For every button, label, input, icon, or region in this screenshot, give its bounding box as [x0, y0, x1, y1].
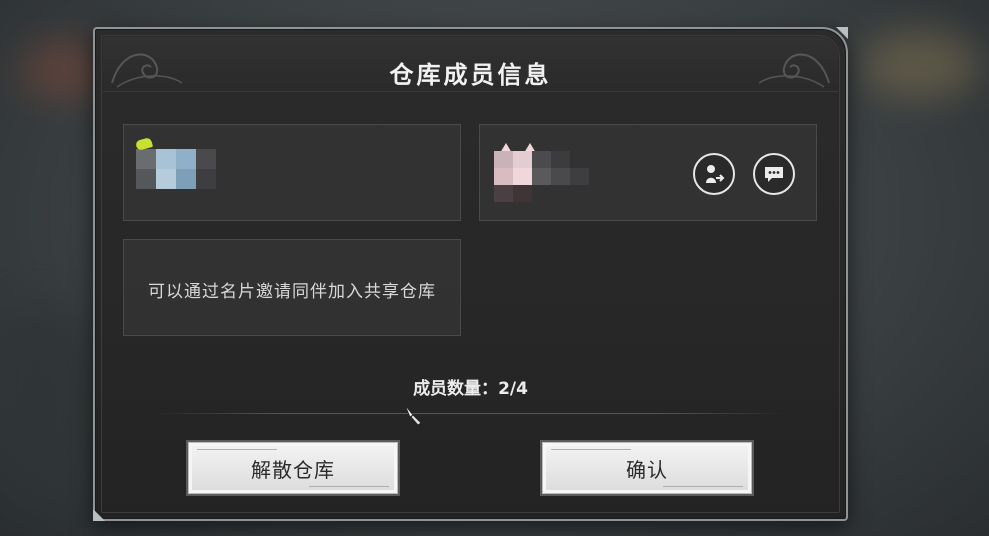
avatar	[494, 151, 589, 202]
pointer-cursor-icon	[404, 404, 422, 426]
member-count-value: 2/4	[498, 379, 528, 399]
corner-ornament	[836, 27, 848, 39]
invite-hint: 可以通过名片邀请同伴加入共享仓库	[148, 282, 436, 302]
button-decoration	[197, 449, 277, 450]
transfer-owner-button[interactable]	[693, 153, 735, 195]
invite-slot-card[interactable]: 可以通过名片邀请同伴加入共享仓库	[123, 239, 461, 336]
dissolve-warehouse-button[interactable]: 解散仓库	[188, 442, 398, 494]
member-card[interactable]	[479, 124, 817, 221]
button-decoration	[663, 486, 743, 487]
member-count: 成员数量：2/4	[95, 374, 846, 399]
warehouse-members-dialog: 仓库成员信息 可以通过名片邀请同伴加入共享仓库 成员数量：2/4 解散仓库 确认	[93, 27, 848, 521]
member-card[interactable]	[123, 124, 461, 221]
button-decoration	[551, 449, 631, 450]
divider	[155, 413, 786, 414]
dialog-title: 仓库成员信息	[389, 61, 552, 89]
dialog-header: 仓库成员信息	[103, 37, 838, 92]
member-count-label: 成员数量：	[413, 379, 499, 399]
chat-button[interactable]	[753, 153, 795, 195]
transfer-owner-icon	[706, 165, 725, 183]
chat-icon	[765, 167, 783, 182]
corner-ornament	[93, 509, 105, 521]
confirm-label: 确认	[626, 457, 668, 482]
background-blur	[860, 30, 980, 100]
avatar	[136, 149, 216, 189]
button-decoration	[309, 486, 389, 487]
background-blur	[0, 300, 100, 500]
dissolve-label: 解散仓库	[251, 457, 335, 482]
confirm-button[interactable]: 确认	[542, 442, 752, 494]
